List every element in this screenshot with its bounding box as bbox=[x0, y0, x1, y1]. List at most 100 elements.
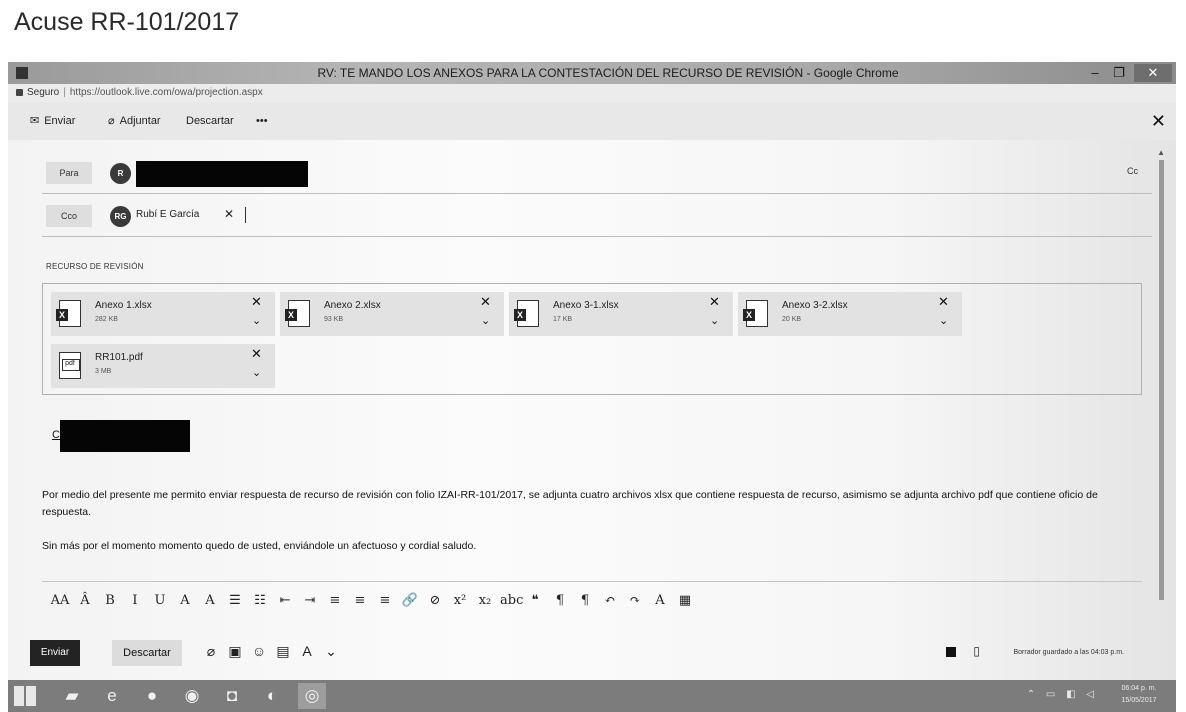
bcc-field[interactable]: Cco RG Rubí E García ✕ bbox=[42, 197, 1152, 237]
window-close-button[interactable]: ✕ bbox=[1134, 64, 1172, 82]
page-title: Acuse RR-101/2017 bbox=[14, 8, 240, 36]
store-icon[interactable]: ◘ bbox=[218, 683, 246, 709]
attachment-menu-icon[interactable]: ⌄ bbox=[252, 314, 261, 327]
chrome-taskbar-icon[interactable]: ◎ bbox=[298, 683, 326, 709]
secure-label: Seguro bbox=[27, 87, 60, 98]
system-tray-icons[interactable]: ⌃ ▭ ◧ ◁ bbox=[1027, 689, 1098, 700]
bold-icon[interactable]: B bbox=[100, 593, 120, 608]
attachment-name: Anexo 3-1.xlsx bbox=[553, 300, 619, 311]
attachment-menu-icon[interactable]: ⌄ bbox=[939, 314, 948, 327]
toolbar-discard-button[interactable]: Descartar bbox=[186, 102, 234, 140]
superscript-icon[interactable]: x² bbox=[450, 593, 470, 608]
recipient-chip-name: Rubí E García bbox=[136, 209, 200, 220]
insert-table-icon[interactable]: ▦ bbox=[675, 593, 695, 608]
attachment-menu-icon[interactable]: ⌄ bbox=[481, 314, 490, 327]
url-text[interactable]: https://outlook.live.com/owa/projection.… bbox=[70, 87, 263, 98]
attachment-name: Anexo 2.xlsx bbox=[324, 300, 381, 311]
toolbar-attach-button[interactable]: ⌀ Adjuntar bbox=[108, 102, 161, 140]
scrollbar[interactable] bbox=[1159, 160, 1164, 600]
attachment-card[interactable]: Anexo 2.xlsx 93 KB ✕ ⌄ bbox=[280, 292, 504, 336]
attachment-menu-icon[interactable]: ⌄ bbox=[710, 314, 719, 327]
address-bar[interactable]: Seguro | https://outlook.live.com/owa/proj… bbox=[8, 84, 1176, 102]
remove-link-icon[interactable]: ⊘ bbox=[425, 593, 445, 608]
attachment-name: Anexo 1.xlsx bbox=[95, 300, 152, 311]
scroll-up-icon[interactable]: ▲ bbox=[1157, 148, 1165, 157]
italic-icon[interactable]: I bbox=[125, 593, 145, 608]
align-right-icon[interactable]: ≡ bbox=[375, 593, 395, 608]
subscript-icon[interactable]: x₂ bbox=[475, 593, 495, 608]
attachment-card[interactable]: Anexo 1.xlsx 282 KB ✕ ⌄ bbox=[51, 292, 275, 336]
toolbar-more-button[interactable]: ••• bbox=[256, 102, 268, 140]
window-titlebar: RV: TE MANDO LOS ANEXOS PARA LA CONTESTA… bbox=[8, 62, 1176, 84]
attach-icon[interactable]: ⌀ bbox=[202, 643, 220, 660]
app-icon[interactable]: ● bbox=[138, 683, 166, 709]
attachment-size: 3 MB bbox=[95, 368, 112, 375]
windows-start-icon[interactable] bbox=[14, 686, 36, 706]
redacted-name bbox=[60, 420, 190, 452]
edge-browser-icon[interactable]: e bbox=[98, 683, 126, 709]
maximize-button[interactable]: ❐ bbox=[1108, 64, 1130, 82]
message-paragraph[interactable]: Por medio del presente me permito enviar… bbox=[42, 487, 1142, 521]
app-icon[interactable]: ◐ bbox=[258, 683, 286, 709]
font-size-icon[interactable]: AA bbox=[50, 593, 70, 608]
attachment-menu-icon[interactable]: ⌄ bbox=[252, 366, 261, 379]
remove-attachment-icon[interactable]: ✕ bbox=[938, 294, 949, 310]
remove-attachment-icon[interactable]: ✕ bbox=[251, 346, 262, 362]
remove-attachment-icon[interactable]: ✕ bbox=[709, 294, 720, 310]
calendar-icon[interactable]: ▤ bbox=[274, 643, 292, 660]
remove-attachment-icon[interactable]: ✕ bbox=[480, 294, 491, 310]
highlight-icon[interactable]: A bbox=[175, 593, 195, 608]
app-icon[interactable]: ◉ bbox=[178, 683, 206, 709]
remove-attachment-icon[interactable]: ✕ bbox=[251, 294, 262, 310]
toolbar-send-button[interactable]: ✉ Enviar bbox=[30, 102, 75, 140]
discard-button[interactable]: Descartar bbox=[112, 640, 182, 666]
chevron-down-icon[interactable]: ⌄ bbox=[322, 643, 340, 660]
to-field[interactable]: Para R Cc bbox=[42, 154, 1152, 194]
taskbar-clock[interactable]: 06:04 p. m. 15/05/2017 bbox=[1108, 683, 1170, 707]
excel-file-icon bbox=[285, 300, 310, 327]
increase-indent-icon[interactable]: ⇥ bbox=[300, 593, 320, 608]
chrome-app-icon bbox=[16, 67, 28, 79]
to-button[interactable]: Para bbox=[46, 162, 92, 184]
envelope-icon: ✉ bbox=[30, 115, 40, 127]
strikethrough-icon[interactable]: abc bbox=[500, 593, 523, 608]
attachment-name: Anexo 3-2.xlsx bbox=[782, 300, 848, 311]
emoji-icon[interactable]: ☺ bbox=[250, 643, 268, 659]
bcc-button[interactable]: Cco bbox=[46, 205, 92, 227]
message-paragraph[interactable]: Sin más por el momento momento quedo de … bbox=[42, 540, 476, 552]
window-title: RV: TE MANDO LOS ANEXOS PARA LA CONTESTA… bbox=[317, 66, 899, 80]
attachment-name: RR101.pdf bbox=[95, 352, 143, 363]
font-color-icon[interactable]: A bbox=[200, 593, 220, 608]
subject-field[interactable]: RECURSO DE REVISIÓN bbox=[46, 262, 144, 271]
insert-link-icon[interactable]: 🔗 bbox=[400, 593, 420, 608]
excel-file-icon bbox=[56, 300, 81, 327]
cc-button[interactable]: Cc bbox=[1127, 166, 1138, 176]
pdf-file-icon bbox=[59, 352, 81, 379]
quote-icon[interactable]: ❝ bbox=[525, 593, 545, 608]
numbering-icon[interactable]: ☷ bbox=[250, 593, 270, 608]
attachment-card[interactable]: Anexo 3-1.xlsx 17 KB ✕ ⌄ bbox=[509, 292, 733, 336]
insert-image-icon[interactable]: ▣ bbox=[226, 643, 244, 660]
ltr-icon[interactable]: ¶ bbox=[550, 593, 570, 608]
avatar: RG bbox=[110, 206, 131, 227]
attachment-card[interactable]: RR101.pdf 3 MB ✕ ⌄ bbox=[51, 344, 275, 388]
redo-icon[interactable]: ↷ bbox=[625, 593, 645, 608]
send-button[interactable]: Enviar bbox=[30, 640, 80, 666]
file-explorer-icon[interactable]: ▰ bbox=[58, 683, 86, 709]
format-options-icon[interactable]: A bbox=[298, 643, 316, 659]
decrease-indent-icon[interactable]: ⇤ bbox=[275, 593, 295, 608]
rtl-icon[interactable]: ¶ bbox=[575, 593, 595, 608]
undo-icon[interactable]: ↶ bbox=[600, 593, 620, 608]
grow-font-icon[interactable]: Â bbox=[75, 593, 95, 608]
attachment-card[interactable]: Anexo 3-2.xlsx 20 KB ✕ ⌄ bbox=[738, 292, 962, 336]
remove-recipient-icon[interactable]: ✕ bbox=[224, 207, 234, 221]
clear-format-icon[interactable]: A bbox=[650, 593, 670, 608]
underline-icon[interactable]: U bbox=[150, 593, 170, 608]
clock-time: 06:04 p. m. bbox=[1121, 685, 1157, 692]
align-left-icon[interactable]: ≡ bbox=[325, 593, 345, 608]
minimize-button[interactable]: – bbox=[1084, 64, 1106, 82]
close-compose-icon[interactable]: ✕ bbox=[1151, 102, 1166, 140]
align-center-icon[interactable]: ≡ bbox=[350, 593, 370, 608]
paperclip-icon: ⌀ bbox=[108, 115, 115, 127]
bullets-icon[interactable]: ☰ bbox=[225, 593, 245, 608]
